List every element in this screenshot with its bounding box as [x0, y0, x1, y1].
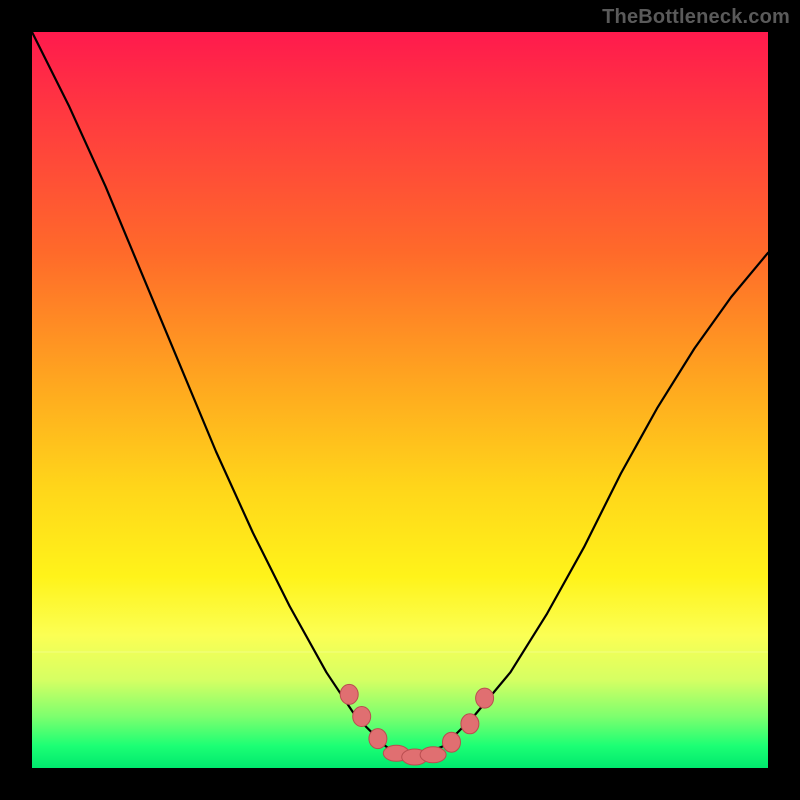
- watermark-text: TheBottleneck.com: [602, 6, 790, 29]
- valley-marker: [340, 684, 358, 704]
- bottleneck-curve: [32, 32, 768, 757]
- valley-marker: [443, 732, 461, 752]
- valley-markers: [340, 684, 493, 765]
- valley-marker: [353, 707, 371, 727]
- chart-overlay: [32, 32, 768, 768]
- valley-marker: [461, 714, 479, 734]
- outer-frame: TheBottleneck.com: [0, 0, 800, 800]
- plot-area: [32, 32, 768, 768]
- valley-marker: [369, 729, 387, 749]
- valley-marker: [476, 688, 494, 708]
- valley-marker: [420, 747, 446, 763]
